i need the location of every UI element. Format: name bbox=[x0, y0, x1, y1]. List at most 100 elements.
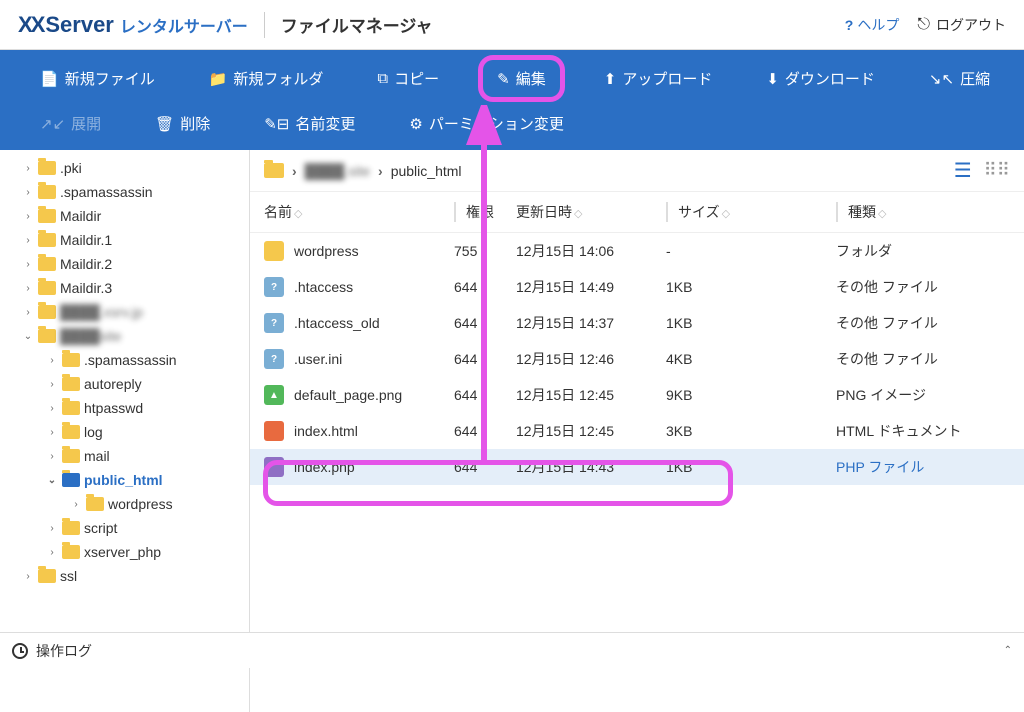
file-date: 12月15日 14:06 bbox=[516, 241, 666, 261]
tree-item[interactable]: ›.pki bbox=[0, 156, 249, 180]
file-size: 1KB bbox=[666, 459, 836, 475]
caret-icon: › bbox=[22, 259, 34, 270]
footer-bar[interactable]: 操作ログ ⌃ bbox=[0, 632, 1024, 668]
tree-item[interactable]: ›wordpress bbox=[0, 492, 249, 516]
clock-icon bbox=[12, 643, 28, 659]
unknown-icon: ? bbox=[264, 313, 284, 333]
new-folder-button[interactable]: 📁新規フォルダ bbox=[199, 62, 334, 95]
help-icon: ? bbox=[845, 17, 854, 33]
chevron-right-icon: › bbox=[292, 163, 297, 179]
file-name: .user.ini bbox=[294, 351, 342, 367]
label: パーミッション変更 bbox=[429, 113, 564, 134]
grid-view-icon[interactable]: ⠿⠿ bbox=[984, 160, 1010, 181]
folder-icon bbox=[38, 281, 56, 295]
upload-icon: ⬆ bbox=[604, 70, 617, 88]
caret-icon: › bbox=[46, 379, 58, 390]
file-name: .htaccess bbox=[294, 279, 353, 295]
tree-item[interactable]: ›.spamassassin bbox=[0, 348, 249, 372]
folder-icon bbox=[38, 161, 56, 175]
file-row[interactable]: index.php64412月15日 14:431KBPHP ファイル bbox=[250, 449, 1024, 485]
sliders-icon: ⚙ bbox=[409, 115, 422, 133]
caret-icon: › bbox=[22, 187, 34, 198]
tree-item[interactable]: › ████.xsrv.jp bbox=[0, 300, 249, 324]
caret-icon: › bbox=[22, 307, 34, 318]
tree-item[interactable]: ›autoreply bbox=[0, 372, 249, 396]
file-type: その他 ファイル bbox=[836, 277, 1010, 297]
col-size[interactable]: サイズ◇ bbox=[666, 202, 836, 222]
folder-icon bbox=[38, 305, 56, 319]
label: 削除 bbox=[180, 113, 210, 134]
sidebar-tree[interactable]: ›.pki›.spamassassin›Maildir›Maildir.1›Ma… bbox=[0, 150, 250, 712]
col-perm[interactable]: 権限 bbox=[454, 202, 516, 222]
download-button[interactable]: ⬇ダウンロード bbox=[756, 62, 885, 95]
tree-item[interactable]: ›mail bbox=[0, 444, 249, 468]
caret-icon: › bbox=[46, 427, 58, 438]
tree-item[interactable]: ›Maildir bbox=[0, 204, 249, 228]
tree-label: ████site bbox=[60, 328, 121, 344]
crumb-blurred[interactable]: ████.site bbox=[305, 163, 370, 179]
breadcrumb[interactable]: › ████.site › public_html bbox=[264, 163, 462, 179]
file-row[interactable]: ?.htaccess64412月15日 14:491KBその他 ファイル bbox=[250, 269, 1024, 305]
label: 新規フォルダ bbox=[233, 68, 323, 89]
tree-item[interactable]: ⌄ public_html bbox=[0, 468, 249, 492]
tree-item[interactable]: ›log bbox=[0, 420, 249, 444]
col-type[interactable]: 種類◇ bbox=[836, 202, 1010, 222]
logout-label: ログアウト bbox=[936, 15, 1006, 35]
tree-label: htpasswd bbox=[84, 400, 143, 416]
file-row[interactable]: ?.user.ini64412月15日 12:464KBその他 ファイル bbox=[250, 341, 1024, 377]
file-type: その他 ファイル bbox=[836, 349, 1010, 369]
tree-item[interactable]: ›Maildir.2 bbox=[0, 252, 249, 276]
tree-item[interactable]: ›.spamassassin bbox=[0, 180, 249, 204]
rename-button[interactable]: ✎⊟名前変更 bbox=[254, 107, 365, 140]
compress-button[interactable]: ↘↖圧縮 bbox=[919, 62, 1000, 95]
edit-button[interactable]: ✎編集 bbox=[483, 60, 560, 97]
label: 新規ファイル bbox=[65, 68, 155, 89]
logout-icon: ⎋ bbox=[917, 16, 930, 34]
file-row[interactable]: ?.htaccess_old64412月15日 14:371KBその他 ファイル bbox=[250, 305, 1024, 341]
app-title: ファイルマネージャ bbox=[281, 12, 433, 37]
folder-icon bbox=[264, 163, 284, 178]
tree-label: .pki bbox=[60, 160, 82, 176]
logo-text: XServer bbox=[31, 12, 114, 37]
copy-button[interactable]: ⧉コピー bbox=[367, 62, 449, 95]
folder-icon bbox=[62, 449, 80, 463]
col-date[interactable]: 更新日時◇ bbox=[516, 202, 666, 222]
tree-item[interactable]: ›script bbox=[0, 516, 249, 540]
help-link[interactable]: ?ヘルプ bbox=[845, 15, 900, 35]
tree-item[interactable]: ›xserver_php bbox=[0, 540, 249, 564]
sort-icon: ◇ bbox=[722, 208, 730, 220]
permission-button[interactable]: ⚙ パーミッション変更 bbox=[399, 107, 573, 140]
file-name: index.php bbox=[294, 459, 355, 475]
folder-icon bbox=[62, 353, 80, 367]
logout-link[interactable]: ⎋ ログアウト bbox=[917, 15, 1006, 35]
file-type: PNG イメージ bbox=[836, 385, 1010, 405]
file-perm: 644 bbox=[454, 387, 516, 403]
label: 名前変更 bbox=[295, 113, 355, 134]
tree-item[interactable]: ›htpasswd bbox=[0, 396, 249, 420]
tree-item[interactable]: ›Maildir.3 bbox=[0, 276, 249, 300]
delete-button[interactable]: 🗑削除 bbox=[145, 107, 220, 140]
file-size: 3KB bbox=[666, 423, 836, 439]
label: 編集 bbox=[516, 68, 546, 89]
file-row[interactable]: wordpress75512月15日 14:06-フォルダ bbox=[250, 233, 1024, 269]
new-file-button[interactable]: 📄新規ファイル bbox=[30, 62, 165, 95]
expand-button[interactable]: ↗↙展開 bbox=[30, 107, 111, 140]
crumb[interactable]: public_html bbox=[391, 163, 462, 179]
tree-item[interactable]: ›Maildir.1 bbox=[0, 228, 249, 252]
upload-button[interactable]: ⬆アップロード bbox=[594, 62, 723, 95]
tree-label: public_html bbox=[84, 472, 163, 488]
tree-label: ████.xsrv.jp bbox=[60, 304, 143, 320]
folder-icon bbox=[62, 377, 80, 391]
caret-icon: › bbox=[70, 499, 82, 510]
list-view-icon[interactable]: ☰ bbox=[954, 158, 972, 183]
file-row[interactable]: index.html64412月15日 12:453KBHTML ドキュメント bbox=[250, 413, 1024, 449]
file-date: 12月15日 14:37 bbox=[516, 313, 666, 333]
file-row[interactable]: ▲default_page.png64412月15日 12:459KBPNG イ… bbox=[250, 377, 1024, 413]
tree-item[interactable]: ⌄████site bbox=[0, 324, 249, 348]
col-name[interactable]: 名前◇ bbox=[264, 202, 454, 222]
file-name: default_page.png bbox=[294, 387, 402, 403]
tree-item[interactable]: ›ssl bbox=[0, 564, 249, 588]
caret-icon: ⌄ bbox=[46, 475, 58, 486]
file-date: 12月15日 14:49 bbox=[516, 277, 666, 297]
tree-label: ssl bbox=[60, 568, 77, 584]
